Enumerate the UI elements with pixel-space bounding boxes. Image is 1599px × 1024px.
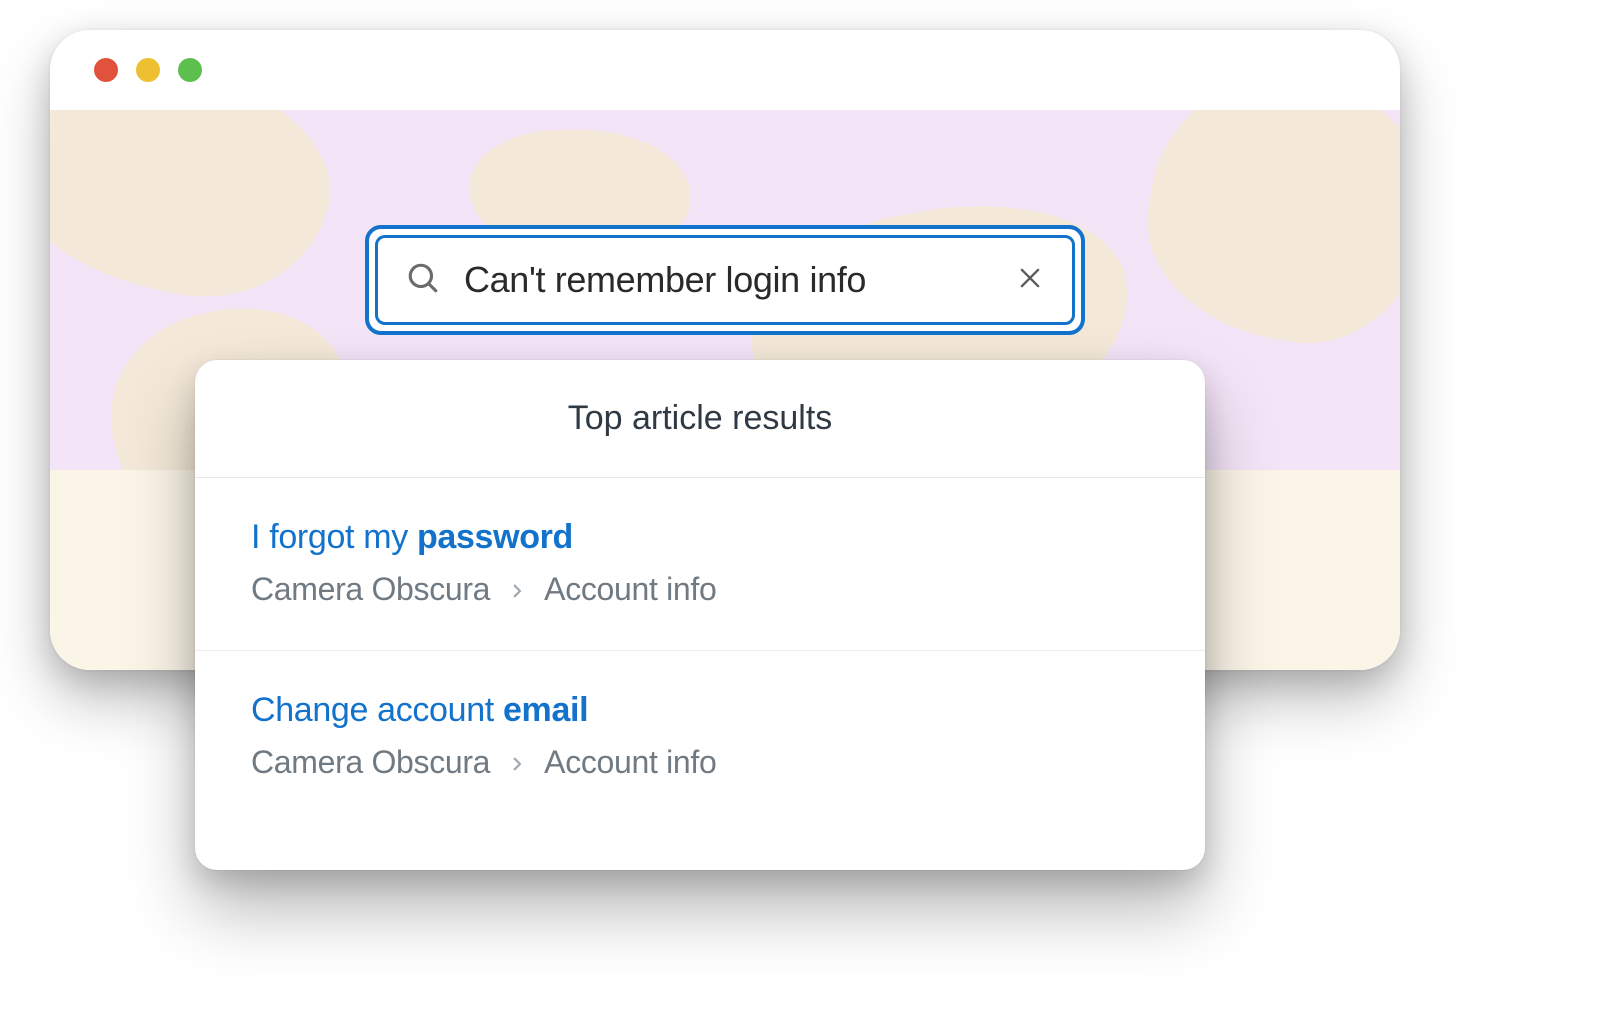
clear-search-button[interactable] xyxy=(1016,264,1044,297)
result-title-text: Change account xyxy=(251,691,503,729)
search-result-item[interactable]: Change account email Camera Obscura Acco… xyxy=(195,651,1205,823)
breadcrumb-section: Account info xyxy=(544,744,716,781)
result-breadcrumb: Camera Obscura Account info xyxy=(251,571,1149,608)
search-input-text[interactable]: Can't remember login info xyxy=(464,259,992,301)
decorative-blob xyxy=(1133,110,1400,358)
window-minimize-button[interactable] xyxy=(136,58,160,82)
chevron-right-icon xyxy=(508,571,526,608)
search-focus-ring: Can't remember login info xyxy=(365,225,1085,335)
breadcrumb-root: Camera Obscura xyxy=(251,571,490,608)
search-field[interactable]: Can't remember login info xyxy=(375,235,1075,325)
result-breadcrumb: Camera Obscura Account info xyxy=(251,744,1149,781)
result-title-emphasis: email xyxy=(503,691,588,729)
search-icon xyxy=(406,261,440,300)
results-header: Top article results xyxy=(195,360,1205,478)
result-title-text: I forgot my xyxy=(251,518,417,556)
stage: Can't remember login info Top article re… xyxy=(20,20,1460,960)
result-title: I forgot my password xyxy=(251,518,1149,557)
window-titlebar xyxy=(50,30,1400,110)
result-title: Change account email xyxy=(251,691,1149,730)
results-header-title: Top article results xyxy=(568,399,833,438)
chevron-right-icon xyxy=(508,744,526,781)
window-zoom-button[interactable] xyxy=(178,58,202,82)
breadcrumb-section: Account info xyxy=(544,571,716,608)
decorative-blob xyxy=(50,110,349,321)
search-container: Can't remember login info xyxy=(365,225,1085,335)
search-results-panel: Top article results I forgot my password… xyxy=(195,360,1205,870)
search-result-item[interactable]: I forgot my password Camera Obscura Acco… xyxy=(195,478,1205,651)
result-title-emphasis: password xyxy=(417,518,573,556)
breadcrumb-root: Camera Obscura xyxy=(251,744,490,781)
window-close-button[interactable] xyxy=(94,58,118,82)
